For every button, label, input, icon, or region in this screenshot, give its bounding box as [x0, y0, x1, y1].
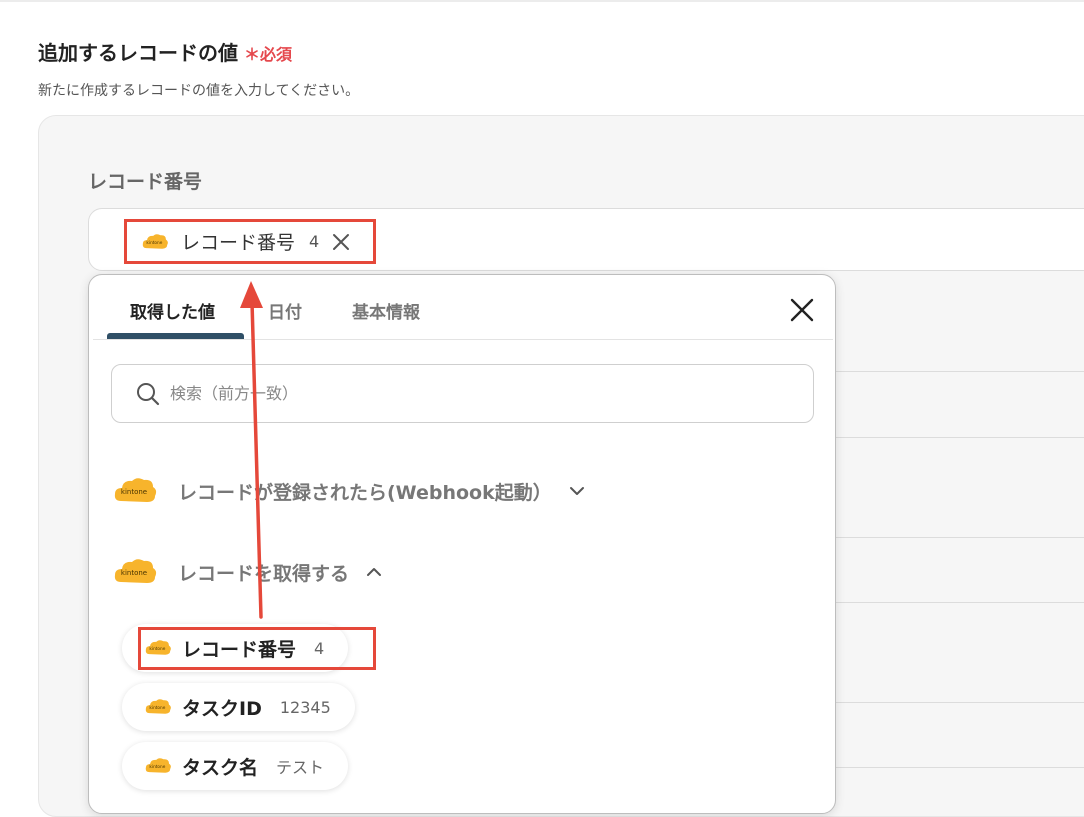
tab-date[interactable]: 日付 — [268, 298, 302, 323]
item-label: レコード番号 — [182, 638, 297, 661]
tab-acquired-values[interactable]: 取得した値 — [130, 298, 215, 323]
required-asterisk: ＊ — [244, 45, 261, 64]
svg-text:kintone: kintone — [146, 239, 162, 245]
section-title: 追加するレコードの値 ＊必須 — [38, 37, 292, 66]
top-divider — [0, 0, 1084, 2]
record-number-chip[interactable]: kintone レコード番号 4 — [124, 219, 376, 264]
value-item-record-number[interactable]: kintone レコード番号 4 — [122, 624, 349, 672]
item-value: 4 — [314, 638, 325, 658]
chip-value: 4 — [309, 232, 320, 251]
value-item-task-name[interactable]: kintone タスク名 テスト — [122, 742, 349, 790]
svg-text:kintone: kintone — [149, 646, 165, 652]
kintone-logo-icon: kintone — [145, 640, 171, 655]
chevron-down-icon — [569, 487, 584, 495]
item-value: 12345 — [279, 697, 331, 717]
item-value: テスト — [276, 758, 325, 777]
kintone-logo-icon: kintone — [145, 699, 171, 714]
required-marker: ＊必須 — [244, 45, 292, 64]
tab-divider — [93, 339, 833, 340]
item-label: タスク名 — [182, 756, 259, 779]
close-icon[interactable] — [788, 296, 816, 324]
kintone-logo-icon: kintone — [114, 559, 157, 583]
svg-text:kintone: kintone — [121, 488, 147, 496]
background-field-divider — [836, 437, 1084, 438]
group-record-registered[interactable]: kintone レコードが登録されたら(Webhook起動） — [112, 475, 586, 507]
svg-text:kintone: kintone — [149, 764, 165, 770]
background-field-divider — [836, 371, 1084, 372]
chip-remove-icon[interactable] — [331, 232, 351, 252]
required-label: 必須 — [260, 45, 293, 64]
value-item-task-id[interactable]: kintone タスクID 12345 — [122, 683, 355, 731]
group-label: レコードを取得する — [178, 562, 350, 585]
tab-basic-info[interactable]: 基本情報 — [352, 298, 420, 323]
svg-text:kintone: kintone — [121, 569, 147, 577]
item-label: タスクID — [182, 697, 262, 720]
search-input[interactable] — [168, 383, 772, 404]
kintone-logo-icon: kintone — [145, 758, 171, 773]
chevron-up-icon — [367, 568, 382, 576]
background-field-divider — [836, 537, 1084, 538]
background-field-divider — [836, 767, 1084, 768]
value-picker-popup — [88, 274, 836, 814]
search-icon — [137, 382, 160, 405]
section-title-text: 追加するレコードの値 — [38, 41, 238, 65]
kintone-logo-icon: kintone — [142, 233, 168, 249]
search-box[interactable] — [111, 364, 814, 423]
chip-label: レコード番号 — [181, 232, 296, 254]
kintone-logo-icon: kintone — [114, 478, 157, 502]
group-get-record[interactable]: kintone レコードを取得する — [112, 556, 383, 588]
group-label: レコードが登録されたら(Webhook起動） — [178, 481, 552, 504]
record-number-field-label: レコード番号 — [88, 171, 203, 193]
background-field-divider — [836, 602, 1084, 603]
svg-text:kintone: kintone — [149, 705, 165, 711]
section-description: 新たに作成するレコードの値を入力してください。 — [38, 83, 360, 99]
background-field-divider — [836, 702, 1084, 703]
